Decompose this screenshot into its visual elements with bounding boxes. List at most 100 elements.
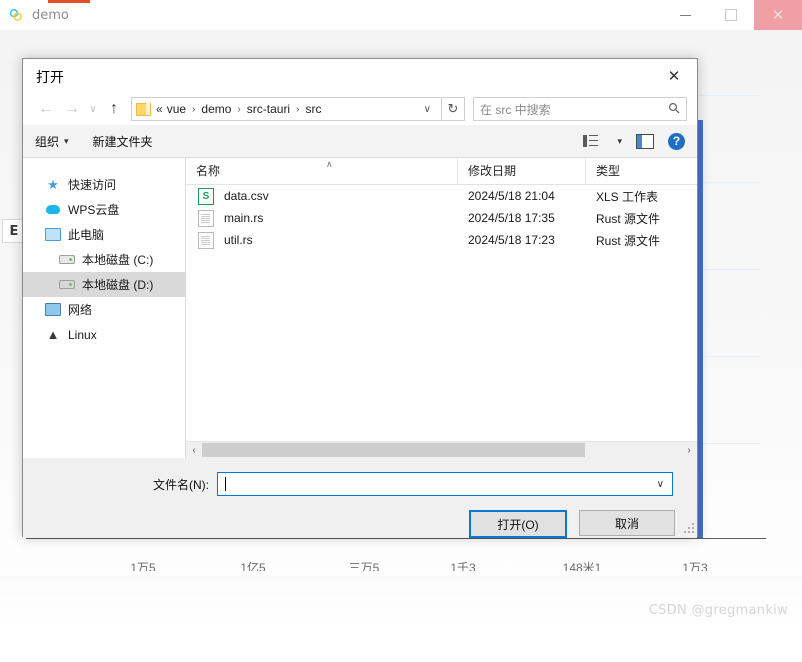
help-label: ?	[672, 134, 681, 148]
table-row[interactable]: main.rs 2024/5/18 17:35 Rust 源文件	[186, 207, 697, 229]
view-options-dropdown-icon[interactable]: ▾	[617, 136, 622, 147]
file-name: main.rs	[224, 211, 264, 225]
file-type-cell: XLS 工作表	[596, 189, 659, 204]
back-button[interactable]: ←	[33, 96, 59, 122]
filename-label: 文件名(N):	[153, 477, 209, 492]
maximize-icon	[725, 9, 737, 21]
column-headers: 名称 修改日期 类型 ∧	[186, 158, 697, 185]
resize-grip[interactable]	[684, 523, 694, 533]
breadcrumb-item-src[interactable]: src	[304, 102, 322, 116]
new-folder-button[interactable]: 新建文件夹	[93, 133, 153, 150]
close-icon: ✕	[667, 68, 681, 85]
help-button[interactable]: ?	[668, 132, 685, 150]
forward-button[interactable]: →	[59, 96, 85, 122]
scroll-right-button[interactable]: ›	[681, 445, 697, 456]
dialog-footer: 文件名(N): ∨ 打开(O) 取消	[23, 458, 697, 538]
sidebar-item-label: 本地磁盘 (D:)	[82, 278, 154, 292]
file-date-cell: 2024/5/18 17:23	[468, 233, 555, 247]
cloud-icon	[45, 202, 61, 218]
filename-input[interactable]: ∨	[217, 472, 673, 496]
file-name-cell: S data.csv	[186, 187, 458, 205]
watermark-text: CSDN @gregmankiw	[648, 603, 788, 618]
breadcrumb-item-vue[interactable]: vue	[166, 102, 187, 116]
chevron-right-icon: ›	[237, 103, 241, 115]
recent-locations-button[interactable]: ∨	[85, 96, 101, 122]
organize-button[interactable]: 组织 ▾	[35, 133, 69, 150]
sidebar-item-label: 此电脑	[68, 228, 105, 242]
filename-row: 文件名(N): ∨	[23, 472, 697, 496]
file-type-cell: Rust 源文件	[596, 211, 661, 226]
minimize-button[interactable]	[662, 0, 708, 30]
preview-pane-icon[interactable]	[636, 133, 654, 149]
app-title: demo	[32, 7, 69, 23]
column-header-name[interactable]: 名称	[186, 158, 458, 184]
file-date-cell: 2024/5/18 21:04	[468, 189, 555, 203]
arrow-right-icon: →	[64, 100, 80, 117]
breadcrumb-dropdown-icon[interactable]: ∨	[418, 104, 437, 115]
dialog-title-bar: 打开 ✕	[23, 59, 697, 93]
table-row[interactable]: util.rs 2024/5/18 17:23 Rust 源文件	[186, 229, 697, 251]
sidebar-item-label: 快速访问	[68, 178, 117, 192]
chart-x-label: 148米1	[562, 561, 602, 571]
column-header-date[interactable]: 修改日期	[458, 158, 586, 184]
view-options-icon[interactable]	[583, 135, 599, 147]
text-file-icon	[198, 231, 214, 249]
sidebar-item-quick-access[interactable]: ★ 快速访问	[23, 172, 185, 197]
sidebar-item-local-disk-d[interactable]: 本地磁盘 (D:)	[23, 272, 185, 297]
application-window: demo ✕ E 1万5 1亿5 三万5 1千3 148米1 1万3 CSDN …	[0, 0, 802, 662]
dialog-toolbar: 组织 ▾ 新建文件夹 ▾ ?	[23, 125, 697, 158]
sidebar-item-this-pc[interactable]: 此电脑	[23, 222, 185, 247]
sidebar-item-wps-cloud[interactable]: WPS云盘	[23, 197, 185, 222]
new-folder-label: 新建文件夹	[92, 134, 153, 149]
breadcrumb-item-src-tauri[interactable]: src-tauri	[246, 102, 291, 116]
sidebar-item-network[interactable]: 网络	[23, 297, 185, 322]
network-icon	[45, 302, 61, 318]
chart-x-label: 1万5	[130, 561, 156, 571]
close-button[interactable]: ✕	[754, 0, 802, 30]
scrollbar-track[interactable]	[202, 442, 681, 458]
arrow-left-icon: ←	[38, 100, 54, 117]
column-header-type[interactable]: 类型	[586, 158, 697, 184]
file-name: util.rs	[224, 233, 253, 247]
chevron-down-icon[interactable]: ∨	[653, 479, 668, 490]
file-name-cell: main.rs	[186, 209, 458, 227]
chart-axis-line	[26, 538, 766, 539]
close-icon: ✕	[771, 6, 785, 24]
search-input[interactable]: 在 src 中搜索	[473, 97, 687, 121]
arrow-up-icon: ↑	[110, 100, 118, 117]
sidebar-item-linux[interactable]: ▲ Linux	[23, 322, 185, 347]
drive-icon	[59, 252, 75, 268]
sidebar-item-label: Linux	[68, 327, 97, 342]
chevron-right-icon: ›	[296, 103, 300, 115]
open-button[interactable]: 打开(O)	[469, 510, 567, 538]
refresh-icon: ↻	[447, 101, 459, 116]
chart-x-label: 1千3	[450, 561, 476, 571]
tauri-logo-icon	[8, 7, 24, 23]
file-name-cell: util.rs	[186, 231, 458, 249]
breadcrumb[interactable]: « vue › demo › src-tauri › src ∨	[131, 97, 442, 121]
sidebar-item-local-disk-c[interactable]: 本地磁盘 (C:)	[23, 247, 185, 272]
dialog-body: ★ 快速访问 WPS云盘 此电脑 本地磁盘 (C:) 本地磁盘 (D:) 网络 …	[23, 158, 697, 458]
maximize-button[interactable]	[708, 0, 754, 30]
breadcrumb-item-demo[interactable]: demo	[200, 102, 232, 116]
refresh-button[interactable]: ↻	[442, 97, 465, 121]
dialog-close-button[interactable]: ✕	[655, 63, 693, 89]
horizontal-scrollbar[interactable]: ‹ ›	[186, 441, 697, 458]
pane-right	[642, 134, 653, 148]
up-one-level-button[interactable]: ↑	[101, 96, 127, 122]
scroll-left-button[interactable]: ‹	[186, 445, 202, 456]
dialog-buttons: 打开(O) 取消	[23, 496, 697, 538]
scrollbar-thumb[interactable]	[202, 443, 586, 457]
drive-icon	[59, 277, 75, 293]
search-placeholder: 在 src 中搜索	[480, 102, 551, 117]
navigation-sidebar: ★ 快速访问 WPS云盘 此电脑 本地磁盘 (C:) 本地磁盘 (D:) 网络 …	[23, 158, 186, 458]
cancel-button[interactable]: 取消	[579, 510, 675, 536]
table-row[interactable]: S data.csv 2024/5/18 21:04 XLS 工作表	[186, 185, 697, 207]
chart-x-label: 1万3	[682, 561, 708, 571]
organize-label: 组织	[35, 134, 60, 149]
sidebar-item-label: 网络	[68, 303, 93, 317]
star-icon: ★	[47, 176, 59, 192]
breadcrumb-prefix: «	[156, 102, 163, 116]
file-list-pane: 名称 修改日期 类型 ∧ S data.csv 2024/5/18 21:04 …	[186, 158, 697, 458]
computer-icon	[45, 227, 61, 243]
